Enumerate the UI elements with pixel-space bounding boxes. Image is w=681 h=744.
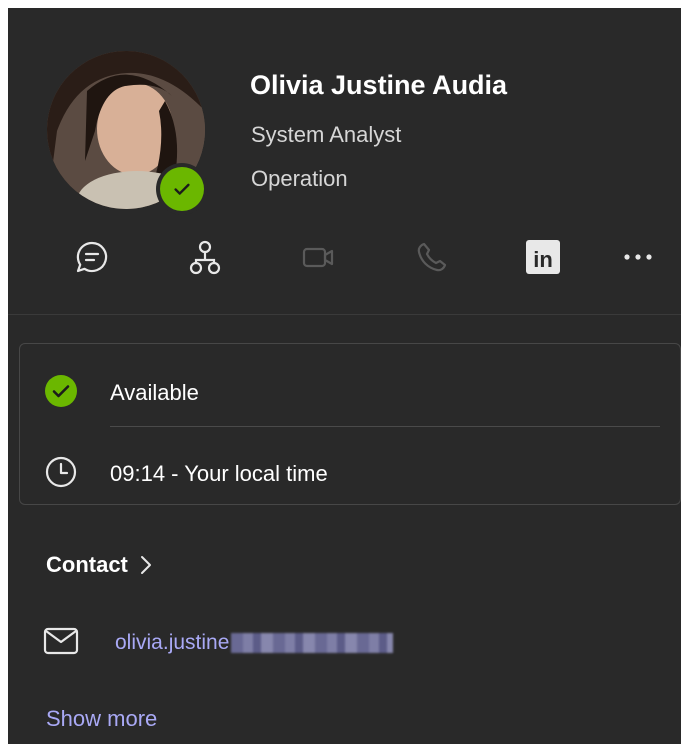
department: Operation: [251, 166, 348, 191]
email-row: olivia.justine: [43, 623, 394, 663]
action-bar: in: [8, 230, 681, 284]
svg-text:in: in: [533, 247, 553, 272]
chat-icon: [76, 241, 108, 273]
contact-section-header[interactable]: Contact: [46, 552, 154, 578]
job-title: System Analyst: [251, 122, 402, 147]
available-status-icon: [44, 374, 78, 413]
available-check-icon: [160, 167, 204, 211]
profile-card: Olivia Justine Audia System Analyst Oper…: [8, 8, 681, 744]
video-call-icon: [302, 247, 334, 268]
more-options-icon: [624, 254, 652, 260]
availability-text: Available: [110, 380, 199, 405]
org-chart-icon: [189, 240, 221, 275]
chat-button[interactable]: [65, 230, 119, 284]
header-divider: [8, 314, 681, 315]
mail-icon: [43, 626, 79, 661]
profile-name: Olivia Justine Audia: [250, 70, 508, 100]
contact-heading: Contact: [46, 552, 128, 577]
video-call-button[interactable]: [291, 230, 345, 284]
presence-badge: [156, 163, 208, 215]
local-time-text: 09:14 - Your local time: [110, 461, 328, 486]
org-chart-button[interactable]: [178, 230, 232, 284]
phone-call-icon: [417, 242, 447, 272]
phone-call-button[interactable]: [404, 230, 458, 284]
email-link[interactable]: olivia.justine: [115, 631, 394, 655]
linkedin-icon: in: [526, 240, 560, 274]
email-redaction: [231, 633, 394, 654]
status-panel: Available 09:14 - Your local time: [19, 343, 681, 505]
linkedin-button[interactable]: in: [516, 230, 570, 284]
more-options-button[interactable]: [611, 230, 665, 284]
chevron-right-icon: [140, 556, 151, 574]
availability-row[interactable]: Available: [20, 363, 680, 423]
email-text: olivia.justine: [115, 631, 230, 654]
clock-icon: [44, 455, 78, 494]
local-time-row: 09:14 - Your local time: [20, 444, 680, 504]
show-more-link[interactable]: Show more: [46, 706, 157, 732]
status-divider: [110, 426, 660, 427]
